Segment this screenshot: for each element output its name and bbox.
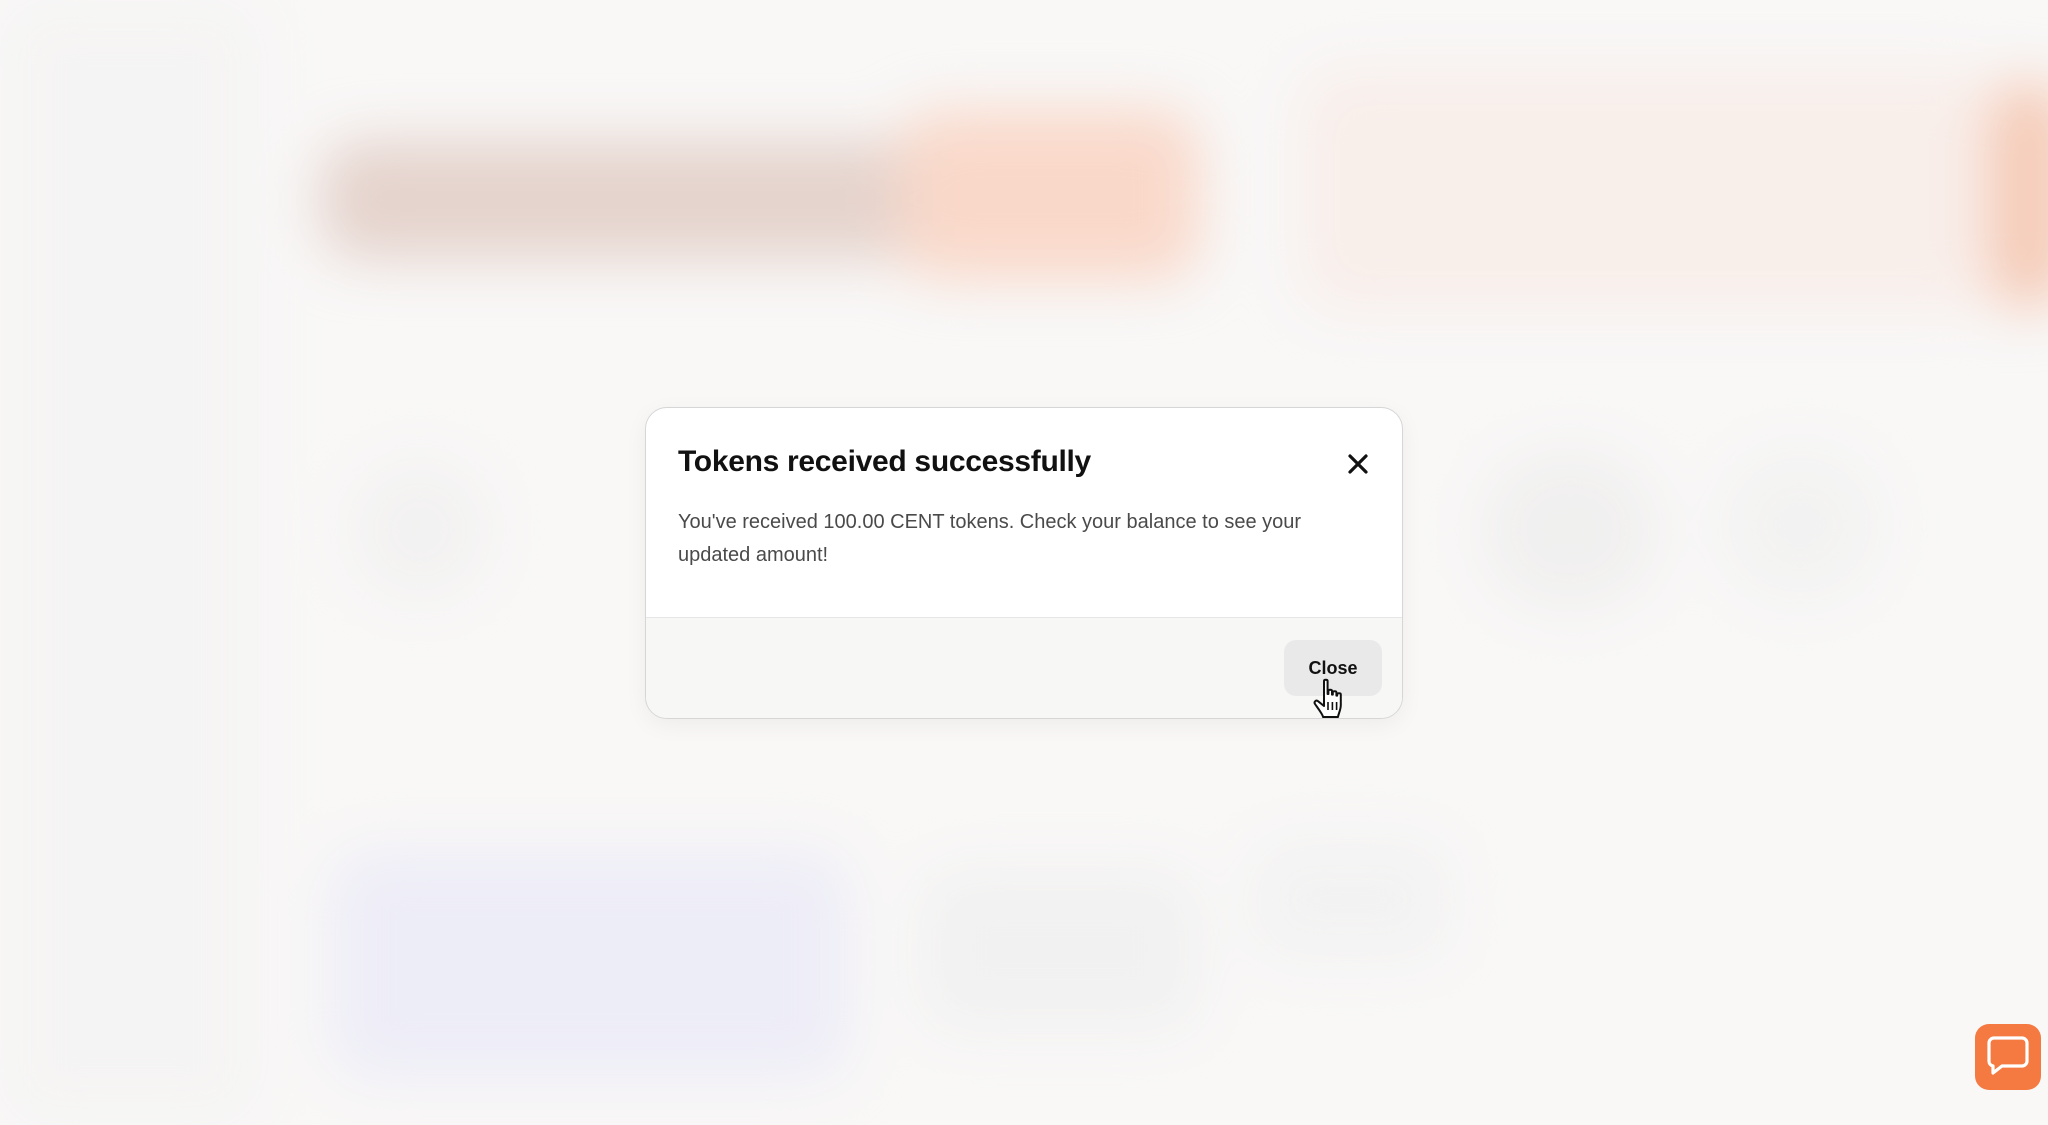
page: Tokens received successfully You've rece… bbox=[0, 0, 2048, 1125]
dialog-body: Tokens received successfully You've rece… bbox=[646, 408, 1402, 618]
chat-bubble-icon bbox=[1986, 1034, 2030, 1081]
dialog-title: Tokens received successfully bbox=[678, 445, 1091, 478]
dialog-footer: Close bbox=[646, 618, 1402, 718]
dialog-message: You've received 100.00 CENT tokens. Chec… bbox=[678, 511, 1302, 566]
success-dialog: Tokens received successfully You've rece… bbox=[645, 407, 1403, 719]
chat-launcher-button[interactable] bbox=[1975, 1024, 2041, 1090]
close-button[interactable]: Close bbox=[1284, 640, 1382, 696]
close-icon[interactable] bbox=[1346, 452, 1370, 476]
